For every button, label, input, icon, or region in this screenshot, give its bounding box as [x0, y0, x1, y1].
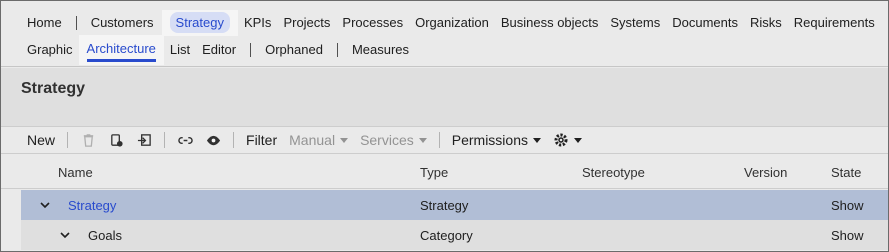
row-state[interactable]: Show [831, 198, 864, 213]
subnav-editor[interactable]: Editor [196, 38, 242, 62]
settings-dropdown[interactable] [547, 132, 588, 148]
page-title: Strategy [21, 80, 86, 97]
table-row[interactable]: Goals Category Show [21, 220, 888, 250]
gear-icon [554, 133, 568, 147]
nav-strategy-label: Strategy [169, 12, 230, 33]
nav-customers[interactable]: Customers [85, 11, 160, 35]
chevron-down-icon [340, 137, 349, 143]
copy-doc-icon[interactable] [102, 128, 130, 152]
nav-requirements[interactable]: Requirements [788, 11, 881, 35]
row-state[interactable]: Show [831, 228, 864, 243]
subnav-list[interactable]: List [164, 38, 196, 62]
subnav-divider [250, 43, 252, 57]
column-header-name[interactable]: Name [58, 165, 93, 180]
row-name-link[interactable]: Strategy [68, 198, 116, 213]
new-button[interactable]: New [21, 132, 61, 148]
trash-icon[interactable] [74, 128, 102, 152]
filter-button[interactable]: Filter [240, 132, 283, 148]
table-header: Name Type Stereotype Version State [1, 155, 888, 189]
eye-icon[interactable] [199, 128, 227, 152]
row-type: Category [420, 228, 473, 243]
services-label: Services [360, 132, 414, 148]
column-header-state[interactable]: State [831, 165, 861, 180]
move-icon[interactable] [130, 128, 158, 152]
toolbar-divider [438, 132, 440, 148]
nav-organization[interactable]: Organization [409, 11, 495, 35]
nav-divider [75, 16, 77, 30]
primary-nav: Home Customers Strategy KPIs Projects Pr… [21, 10, 881, 36]
subnav-orphaned[interactable]: Orphaned [259, 38, 329, 62]
nav-documents[interactable]: Documents [666, 11, 744, 35]
nav-systems[interactable]: Systems [604, 11, 666, 35]
chevron-down-icon [533, 137, 541, 143]
page-header: Strategy [1, 68, 888, 126]
subnav-graphic[interactable]: Graphic [21, 38, 79, 62]
nav-business-objects[interactable]: Business objects [495, 11, 605, 35]
table-row[interactable]: Strategy Strategy Show [21, 190, 888, 220]
nav-home[interactable]: Home [21, 11, 68, 35]
column-header-version[interactable]: Version [744, 165, 787, 180]
row-type: Strategy [420, 198, 469, 213]
toolbar-divider [67, 132, 69, 148]
nav-strategy[interactable]: Strategy [161, 10, 238, 36]
subnav-measures[interactable]: Measures [346, 38, 415, 62]
nav-projects[interactable]: Projects [277, 11, 336, 35]
chevron-down-icon[interactable] [59, 229, 71, 241]
subnav-architecture[interactable]: Architecture [78, 35, 164, 65]
subnav-divider [336, 43, 338, 57]
secondary-nav: Graphic Architecture List Editor Orphane… [21, 35, 415, 65]
nav-processes[interactable]: Processes [336, 11, 409, 35]
app-window: Home Customers Strategy KPIs Projects Pr… [0, 0, 889, 252]
nav-risks[interactable]: Risks [744, 11, 788, 35]
manual-dropdown[interactable]: Manual [283, 132, 354, 148]
link-icon[interactable] [171, 128, 199, 152]
chevron-down-icon [418, 137, 427, 143]
permissions-dropdown[interactable]: Permissions [446, 132, 547, 148]
nav-kpis[interactable]: KPIs [238, 11, 277, 35]
chevron-down-icon[interactable] [39, 199, 51, 211]
toolbar-divider [233, 132, 235, 148]
top-navigation: Home Customers Strategy KPIs Projects Pr… [1, 1, 888, 67]
manual-label: Manual [289, 132, 336, 148]
column-header-stereotype[interactable]: Stereotype [582, 165, 645, 180]
column-header-type[interactable]: Type [420, 165, 448, 180]
row-name[interactable]: Goals [88, 228, 122, 243]
chevron-down-icon [574, 137, 582, 143]
toolbar: New Filter Manual Services Permissions [1, 126, 888, 154]
toolbar-divider [164, 132, 166, 148]
services-dropdown[interactable]: Services [354, 132, 433, 148]
permissions-label: Permissions [451, 132, 528, 148]
